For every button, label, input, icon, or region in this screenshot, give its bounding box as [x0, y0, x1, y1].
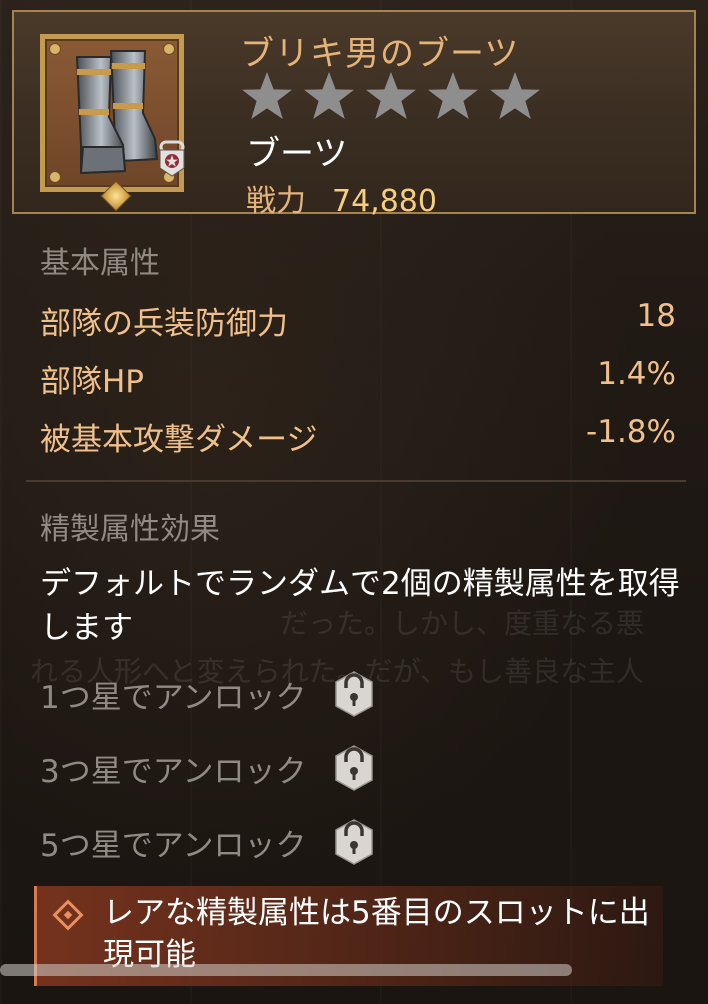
unlock-label: 3つ星でアンロック: [40, 753, 307, 790]
base-attributes-title: 基本属性: [40, 246, 160, 281]
frame-gem: [100, 180, 132, 212]
star-rating: [240, 70, 542, 122]
star-icon: [302, 70, 356, 122]
star-icon: [488, 70, 542, 122]
attribute-value: 1.4%: [597, 356, 676, 392]
lock-icon[interactable]: [332, 670, 376, 718]
equipment-detail-panel: だった。しかし、度重なる悪 れる人形へと変えられた。だが、もし善良な主人 ブリキ…: [0, 0, 708, 1004]
refine-description: デフォルトでランダムで2個の精製属性を取得します: [40, 566, 680, 646]
attribute-label: 被基本攻撃ダメージ: [40, 422, 318, 458]
item-header: ブリキ男のブーツ ブーツ 戦力 74,880: [12, 10, 696, 219]
attribute-label: 部隊の兵装防御力: [40, 306, 288, 342]
power-label: 戦力: [246, 184, 306, 219]
unlock-label: 5つ星でアンロック: [40, 827, 307, 864]
unlock-label: 1つ星でアンロック: [40, 679, 307, 716]
attribute-label: 部隊HP: [40, 364, 145, 400]
unlock-row: 3つ星でアンロック: [40, 744, 376, 792]
iron-boots-icon: [75, 50, 159, 175]
power-value: 74,880: [332, 184, 437, 219]
item-type: ブーツ: [246, 134, 348, 174]
star-icon: [426, 70, 480, 122]
star-icon: [240, 70, 294, 122]
attribute-row: 部隊HP 1.4%: [40, 356, 676, 401]
lock-icon[interactable]: [332, 818, 376, 866]
attribute-row: 部隊の兵装防御力 18: [40, 298, 676, 343]
unlock-row: 5つ星でアンロック: [40, 818, 376, 866]
attribute-value: -1.8%: [586, 414, 676, 450]
star-badge-icon: [159, 140, 185, 177]
star-icon: [364, 70, 418, 122]
lock-icon[interactable]: [332, 744, 376, 792]
attribute-value: 18: [636, 298, 676, 334]
refine-attributes-title: 精製属性効果: [40, 512, 220, 547]
diamond-icon: [52, 899, 84, 931]
section-divider: [26, 480, 686, 482]
item-name: ブリキ男のブーツ: [240, 34, 520, 74]
unlock-row: 1つ星でアンロック: [40, 670, 376, 718]
power-row: 戦力 74,880: [246, 176, 437, 220]
horizontal-scrollbar[interactable]: [0, 964, 572, 976]
attribute-row: 被基本攻撃ダメージ -1.8%: [40, 414, 676, 459]
